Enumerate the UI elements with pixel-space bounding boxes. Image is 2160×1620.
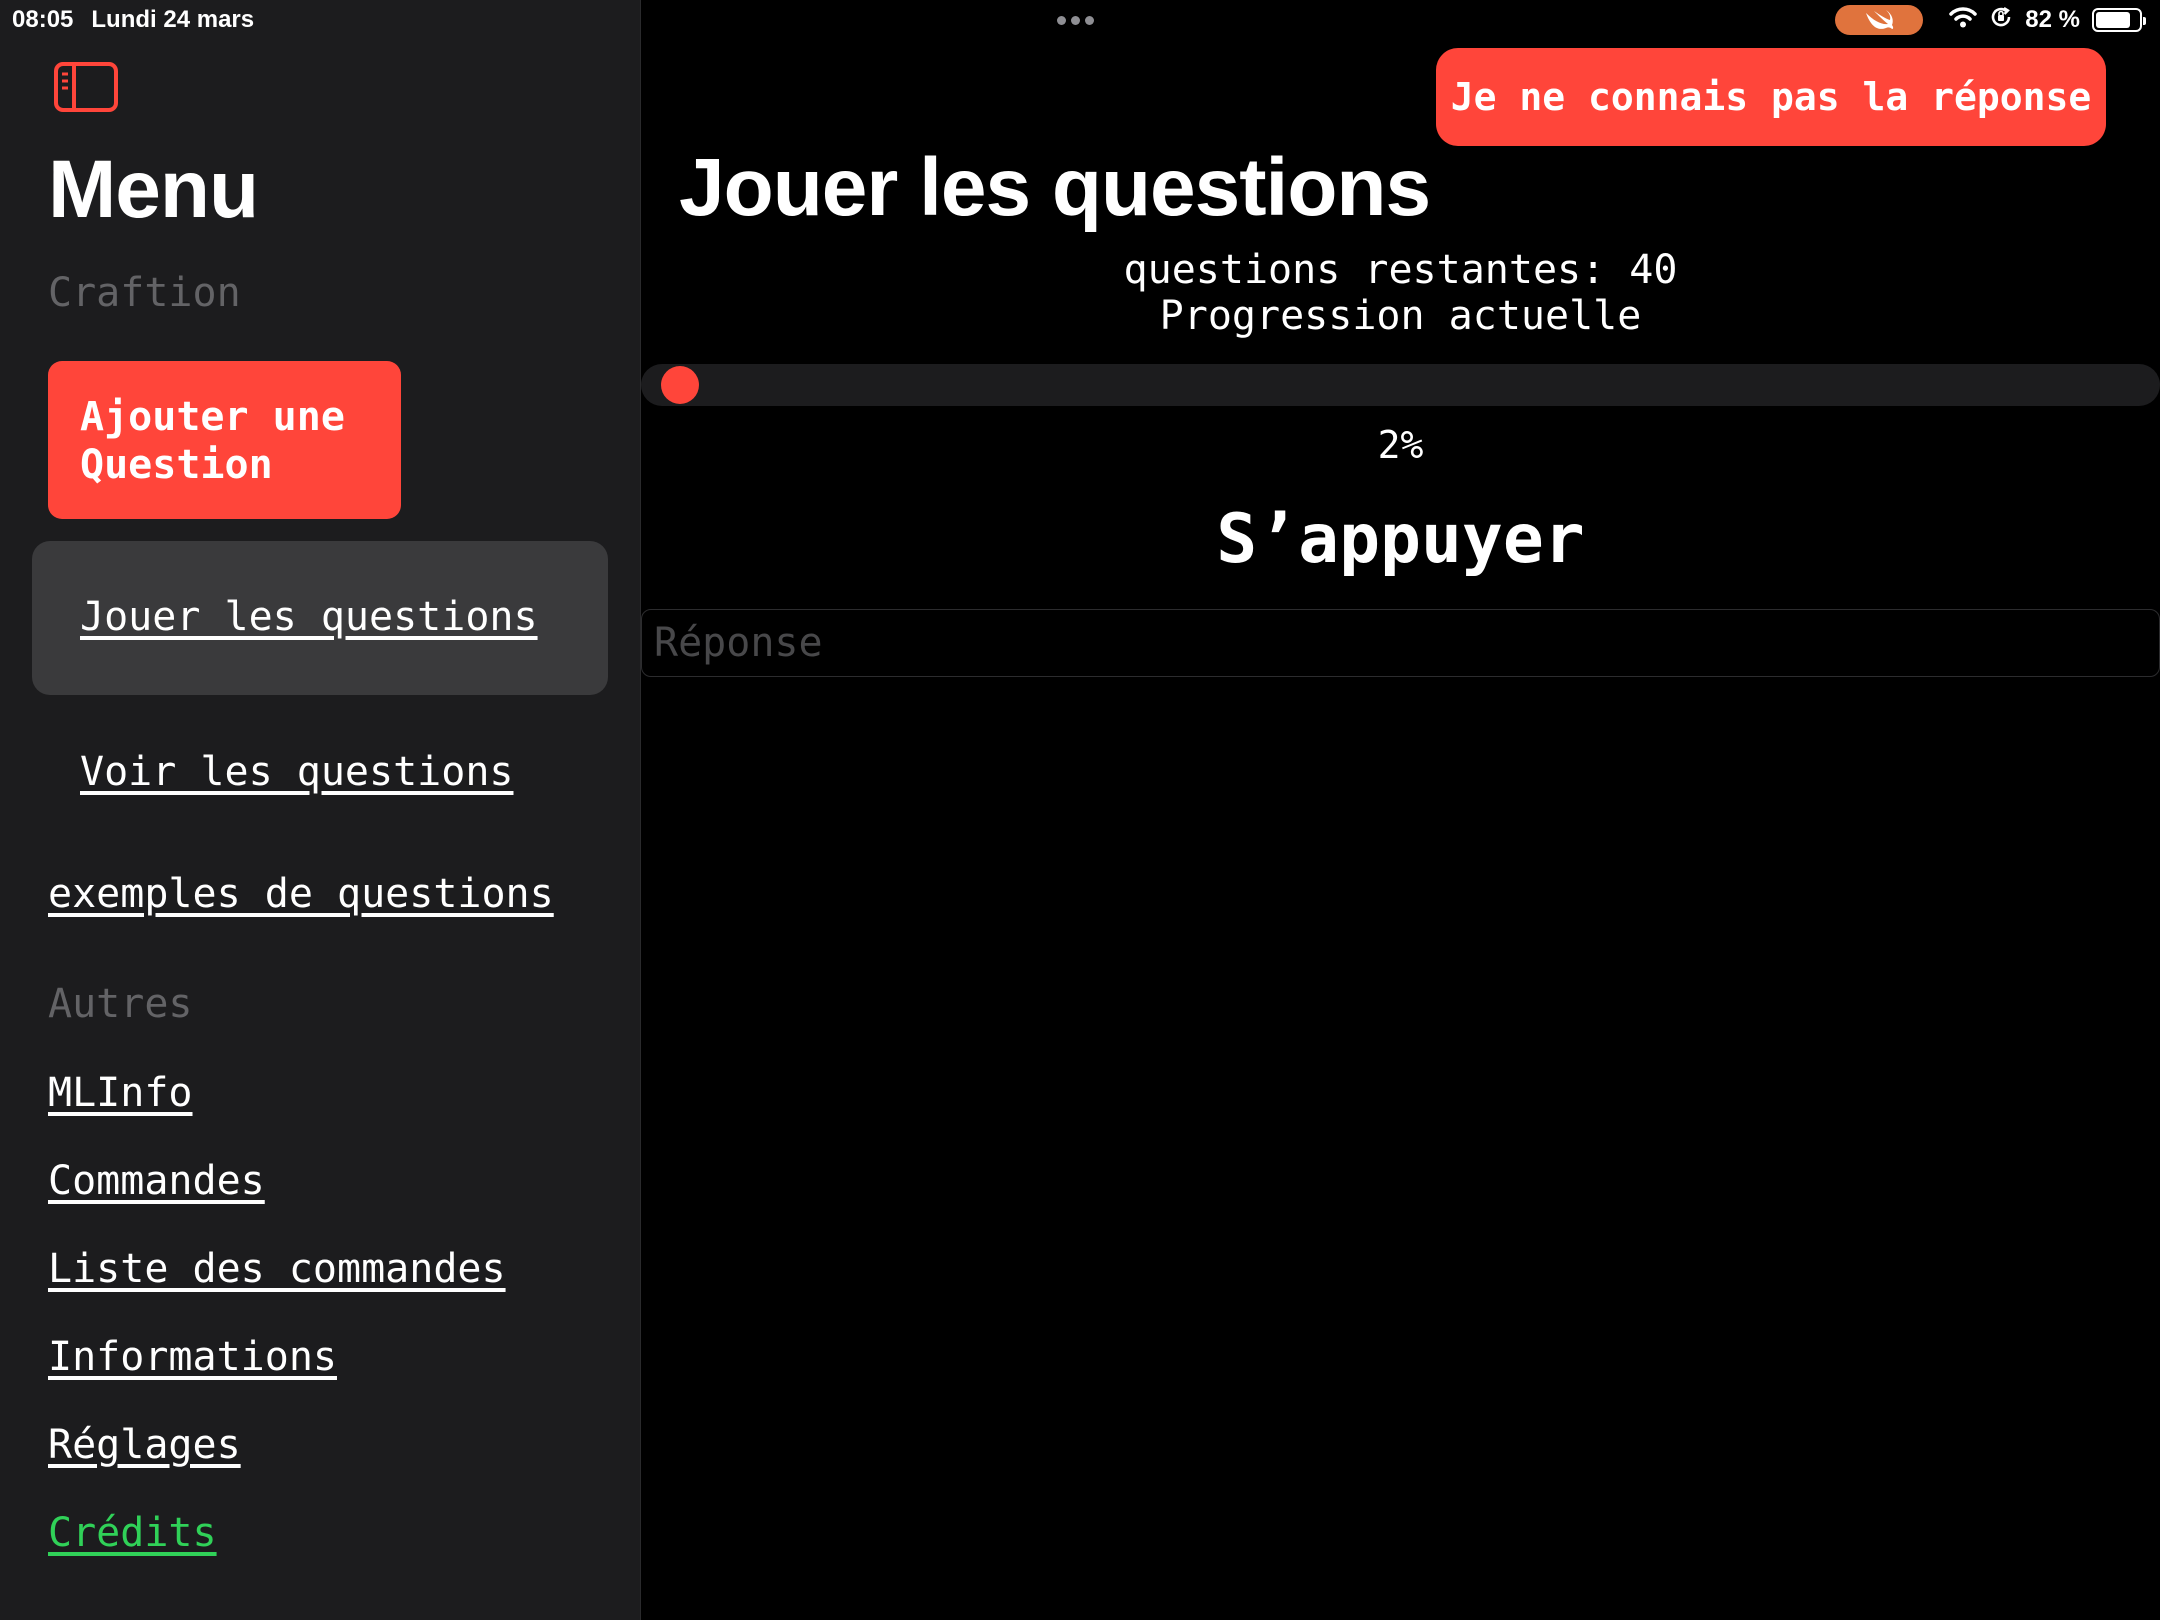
- sidebar-title: Menu: [48, 144, 259, 235]
- add-question-label: Ajouter une Question: [80, 394, 345, 488]
- sidebar: 08:05 Lundi 24 mars Menu Craftion Ajouter…: [0, 0, 641, 1620]
- wifi-icon: [1949, 6, 1978, 35]
- remaining-questions: questions restantes: 40: [1123, 247, 1678, 293]
- add-question-button[interactable]: Ajouter une Question: [48, 361, 401, 519]
- progress-bar: [641, 364, 2160, 406]
- sidebar-item-mlinfo[interactable]: MLInfo: [48, 1068, 193, 1118]
- multitasking-dots-icon[interactable]: [1057, 10, 1101, 26]
- sidebar-item-informations[interactable]: Informations: [48, 1332, 337, 1382]
- battery-icon: [2092, 8, 2146, 32]
- status-date: Lundi 24 mars: [91, 6, 255, 33]
- battery-fill: [2096, 12, 2131, 28]
- progress-label: Progression actuelle: [1159, 293, 1642, 339]
- answer-input[interactable]: [641, 609, 2160, 677]
- status-time: 08:05: [12, 6, 74, 33]
- sidebar-item-voir-les-questions[interactable]: Voir les questions: [80, 747, 513, 797]
- main-content: 82 % Je ne connais pas la réponse Jouer …: [641, 0, 2160, 1620]
- section-label-autres: Autres: [48, 981, 193, 1027]
- sidebar-toggle-icon[interactable]: [54, 62, 118, 112]
- progress-indicator: [660, 366, 699, 404]
- swift-playgrounds-icon: [1835, 5, 1924, 35]
- status-bar-left: 08:05 Lundi 24 mars: [12, 4, 254, 36]
- sidebar-item-reglages[interactable]: Réglages: [48, 1420, 241, 1470]
- battery-percent: 82 %: [2025, 6, 2080, 33]
- sidebar-item-liste-des-commandes[interactable]: Liste des commandes: [48, 1244, 506, 1294]
- section-label-craftion: Craftion: [48, 270, 241, 316]
- sidebar-item-jouer-les-questions[interactable]: Jouer les questions: [80, 592, 538, 642]
- progress-percent: 2%: [1377, 423, 1424, 467]
- sidebar-item-commandes[interactable]: Commandes: [48, 1156, 265, 1206]
- question-word: S’appuyer: [1216, 500, 1585, 579]
- page-title: Jouer les questions: [679, 142, 1431, 233]
- dont-know-answer-button[interactable]: Je ne connais pas la réponse: [1436, 48, 2106, 146]
- status-bar-right: 82 %: [1835, 4, 2146, 36]
- sidebar-item-exemples-de-questions[interactable]: exemples de questions: [48, 869, 554, 919]
- sidebar-item-credits[interactable]: Crédits: [48, 1508, 217, 1558]
- orientation-lock-icon: [1989, 5, 2013, 36]
